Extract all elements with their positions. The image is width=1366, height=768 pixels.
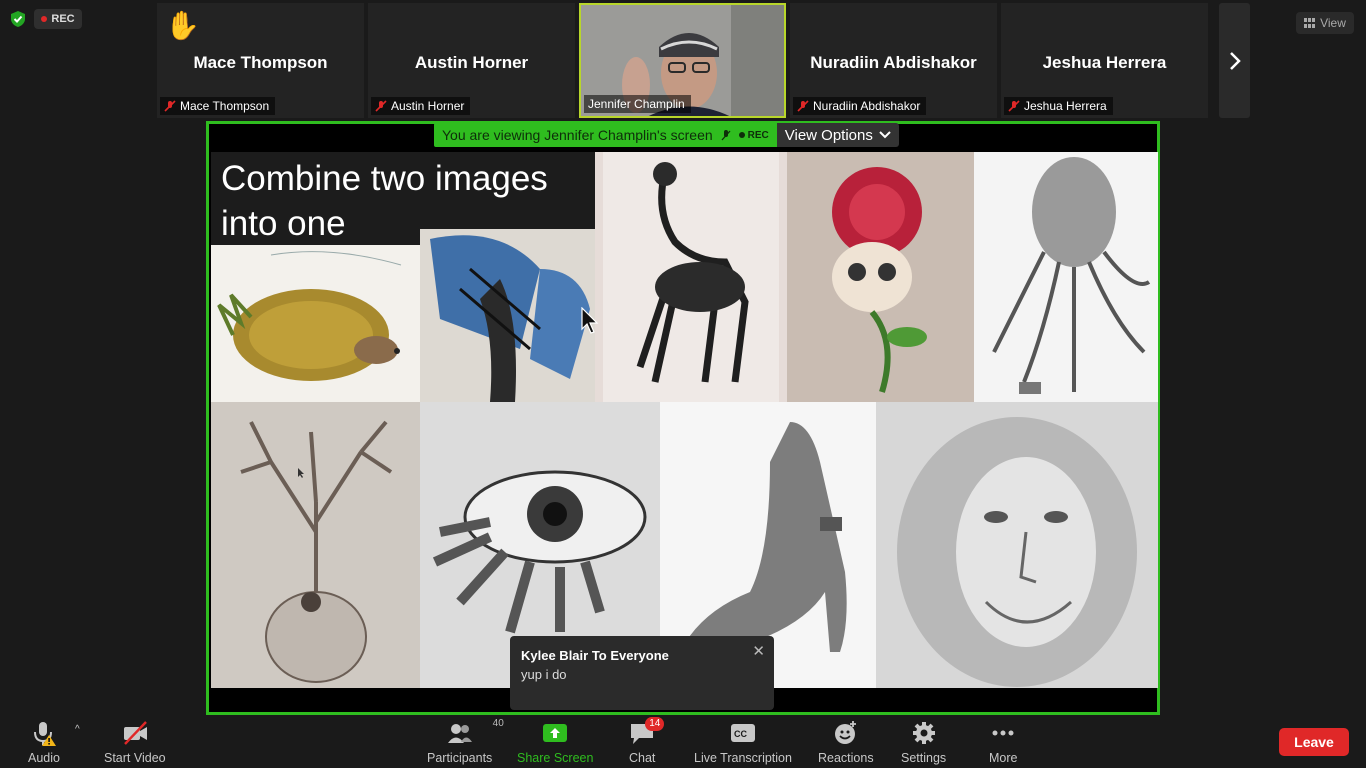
recording-indicator: REC <box>738 130 769 141</box>
participants-count: 40 <box>492 718 504 729</box>
audio-button[interactable]: Audio <box>28 720 60 765</box>
participant-label: Austin Horner <box>371 97 471 115</box>
giraffe-sketch-drawing <box>603 152 779 402</box>
start-video-button[interactable]: Start Video <box>104 720 166 765</box>
meeting-toolbar: Audio ^ Start Video 40 Participants Shar… <box>0 716 1366 768</box>
rose-skull-drawing <box>832 167 927 393</box>
mic-icon <box>721 130 731 141</box>
tree-guitar-drawing <box>240 420 393 683</box>
balloon-squid-image <box>974 152 1158 402</box>
participant-tile[interactable]: ✋ Mace Thompson Mace Thompson <box>157 3 364 118</box>
slide-content: Combine two images into one <box>211 152 1158 688</box>
viewing-banner: You are viewing Jennifer Champlin's scre… <box>434 123 899 147</box>
settings-button[interactable]: Settings <box>901 720 946 765</box>
participant-label: Jennifer Champlin <box>584 95 691 113</box>
closed-caption-icon: CC <box>730 720 756 746</box>
lion-man-image <box>876 402 1158 688</box>
ellipsis-icon <box>990 720 1016 746</box>
recording-badge[interactable]: REC <box>34 9 82 29</box>
close-icon[interactable]: ✕ <box>752 642 765 660</box>
viewing-indicator: You are viewing Jennifer Champlin's scre… <box>434 123 777 147</box>
recording-dot-icon <box>738 132 745 138</box>
participants-button[interactable]: 40 Participants <box>427 718 504 765</box>
participant-tile[interactable]: Austin Horner Austin Horner <box>368 3 575 118</box>
balloon-squid-drawing <box>992 157 1151 394</box>
tree-guitar-image <box>211 402 420 688</box>
gear-icon <box>911 720 937 746</box>
smiley-add-icon <box>833 720 859 746</box>
view-label: View <box>1320 16 1346 30</box>
next-page-button[interactable] <box>1219 3 1250 118</box>
more-button[interactable]: More <box>989 720 1017 765</box>
participant-name: Austin Horner <box>414 53 529 72</box>
rose-skull-image <box>787 152 974 402</box>
mic-muted-icon <box>1008 100 1020 112</box>
live-transcription-button[interactable]: CC Live Transcription <box>694 720 792 765</box>
microphone-warning-icon <box>31 720 57 746</box>
grid-icon <box>1304 18 1316 28</box>
giraffe-sketch-image <box>595 152 787 402</box>
mic-muted-icon <box>164 100 176 112</box>
chevron-down-icon <box>879 131 891 139</box>
participant-tile-active-speaker[interactable]: Jennifer Champlin <box>579 3 786 118</box>
participant-strip: ✋ Mace Thompson Mace Thompson Austin Hor… <box>157 3 1208 118</box>
participant-name: Mace Thompson <box>193 53 328 72</box>
participant-tile[interactable]: Nuradiin Abdishakor Nuradiin Abdishakor <box>790 3 997 118</box>
zoom-meeting-window: REC View ✋ Mace Thompson Mace Thompson A… <box>0 0 1366 768</box>
recording-label: REC <box>51 13 75 25</box>
security-shield-icon[interactable] <box>9 10 27 28</box>
participant-label: Nuradiin Abdishakor <box>793 97 927 115</box>
chevron-right-icon <box>1229 51 1241 70</box>
cc-text: CC <box>733 729 747 739</box>
chat-button[interactable]: 14 Chat <box>629 717 665 765</box>
chat-bubble-icon: 14 <box>629 717 665 746</box>
participant-name: Jeshua Herrera <box>1042 53 1167 72</box>
raised-hand-icon: ✋ <box>165 10 200 41</box>
share-screen-button[interactable]: Share Screen <box>517 720 593 765</box>
leave-button[interactable]: Leave <box>1279 728 1349 756</box>
small-cursor-icon <box>298 468 304 478</box>
audio-options-caret-icon[interactable]: ^ <box>75 724 80 735</box>
chat-sender: Kylee Blair To Everyone <box>521 648 669 663</box>
mouse-cursor-icon <box>581 307 599 334</box>
participant-label: Jeshua Herrera <box>1004 97 1113 115</box>
view-options-button[interactable]: View Options <box>776 123 899 147</box>
mic-muted-icon <box>797 100 809 112</box>
chat-message: yup i do <box>521 667 567 682</box>
butterfly-elephant-drawing <box>430 235 590 402</box>
pineapple-hedgehog-image <box>211 245 420 402</box>
pineapple-hedgehog-drawing <box>217 251 402 381</box>
share-screen-icon <box>542 720 568 746</box>
view-button[interactable]: View <box>1296 12 1354 34</box>
butterfly-elephant-image <box>420 229 595 402</box>
viewing-text: You are viewing Jennifer Champlin's scre… <box>442 127 713 143</box>
shared-screen[interactable]: You are viewing Jennifer Champlin's scre… <box>206 121 1160 715</box>
participant-label: Mace Thompson <box>160 97 276 115</box>
mic-muted-icon <box>375 100 387 112</box>
lion-man-drawing <box>897 417 1137 687</box>
video-off-icon <box>122 720 148 746</box>
chat-unread-badge: 14 <box>645 717 665 731</box>
chat-notification[interactable]: Kylee Blair To Everyone yup i do ✕ <box>510 636 774 710</box>
recording-dot-icon <box>41 16 48 22</box>
participant-name: Nuradiin Abdishakor <box>810 53 977 72</box>
participants-icon: 40 <box>447 718 504 746</box>
participant-tile[interactable]: Jeshua Herrera Jeshua Herrera <box>1001 3 1208 118</box>
reactions-button[interactable]: Reactions <box>818 720 874 765</box>
